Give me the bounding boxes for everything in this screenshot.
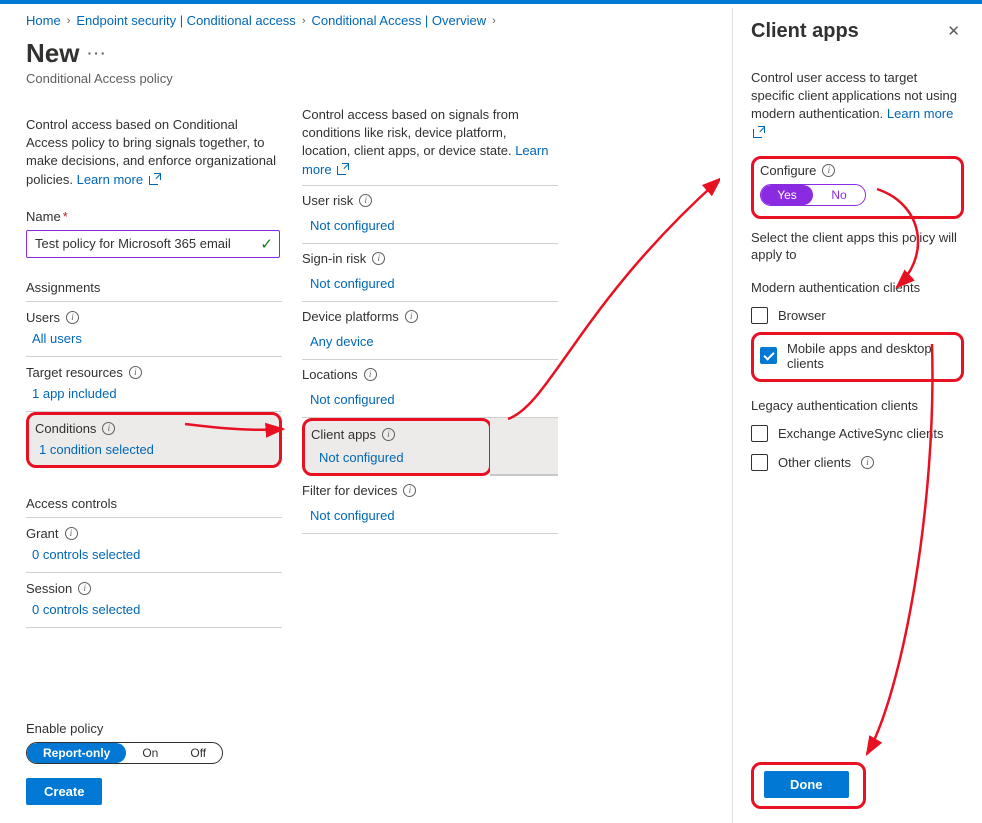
checkbox-mobile-row[interactable]: Mobile apps and desktop clients	[760, 341, 953, 371]
info-icon[interactable]	[129, 366, 142, 379]
toggle-report-only[interactable]: Report-only	[27, 743, 126, 763]
page-title: New···	[26, 38, 282, 69]
more-dots-icon[interactable]: ···	[87, 45, 107, 61]
info-icon[interactable]	[403, 484, 416, 497]
chevron-right-icon: ›	[67, 15, 71, 27]
checkbox-mobile-label: Mobile apps and desktop clients	[787, 341, 953, 371]
configure-box-highlight: Configure Yes No	[751, 156, 964, 219]
breadcrumb-home[interactable]: Home	[26, 13, 61, 28]
checkbox-other-label: Other clients	[778, 455, 851, 470]
locations-row[interactable]: Locations	[302, 360, 558, 384]
client-apps-row-highlight: Client apps Not configured	[302, 418, 492, 476]
col1-intro-text: Control access based on Conditional Acce…	[26, 116, 282, 189]
info-icon[interactable]	[78, 582, 91, 595]
breadcrumb-endpoint-security[interactable]: Endpoint security | Conditional access	[76, 13, 295, 28]
session-row[interactable]: Session	[26, 573, 282, 596]
checkbox-eas-row[interactable]: Exchange ActiveSync clients	[751, 425, 964, 442]
external-link-icon	[337, 163, 349, 175]
done-button[interactable]: Done	[764, 771, 849, 798]
locations-value-link[interactable]: Not configured	[310, 392, 395, 407]
conditions-row-highlight: Conditions 1 condition selected	[26, 412, 282, 468]
device-platforms-value-link[interactable]: Any device	[310, 334, 374, 349]
info-icon[interactable]	[372, 252, 385, 265]
toggle-on[interactable]: On	[126, 743, 174, 763]
checkbox-other-clients[interactable]	[751, 454, 768, 471]
mobile-apps-highlight: Mobile apps and desktop clients	[751, 332, 964, 382]
select-clients-description: Select the client apps this policy will …	[751, 229, 964, 264]
target-resources-row[interactable]: Target resources	[26, 357, 282, 380]
checkbox-browser-row[interactable]: Browser	[751, 307, 964, 324]
info-icon[interactable]	[861, 456, 874, 469]
assignments-header: Assignments	[26, 280, 282, 302]
checkmark-icon: ✓	[260, 235, 273, 253]
filter-devices-row[interactable]: Filter for devices	[302, 476, 558, 500]
target-resources-value-link[interactable]: 1 app included	[32, 386, 117, 401]
client-apps-pane: Client apps ✕ Control user access to tar…	[732, 8, 982, 823]
chevron-right-icon: ›	[302, 15, 306, 27]
enable-policy-label: Enable policy	[26, 721, 326, 736]
info-icon[interactable]	[102, 422, 115, 435]
info-icon[interactable]	[405, 310, 418, 323]
col1-learn-more-link[interactable]: Learn more	[77, 172, 161, 187]
configure-toggle-no[interactable]: No	[813, 185, 865, 205]
signin-risk-value-link[interactable]: Not configured	[310, 276, 395, 291]
breadcrumb-conditional-access-overview[interactable]: Conditional Access | Overview	[311, 13, 486, 28]
users-row[interactable]: Users	[26, 302, 282, 325]
external-link-icon	[753, 126, 765, 138]
client-apps-row[interactable]: Client apps	[305, 421, 489, 446]
conditions-value-link[interactable]: 1 condition selected	[39, 442, 154, 457]
col2-intro-text: Control access based on signals from con…	[302, 106, 558, 179]
done-button-highlight: Done	[751, 762, 866, 809]
client-apps-value-link[interactable]: Not configured	[319, 450, 404, 465]
external-link-icon	[149, 173, 161, 185]
info-icon[interactable]	[359, 194, 372, 207]
conditions-row[interactable]: Conditions	[29, 415, 279, 438]
name-label: Name*	[26, 209, 282, 224]
configure-toggle-yes[interactable]: Yes	[761, 185, 813, 205]
grant-value-link[interactable]: 0 controls selected	[32, 547, 140, 562]
checkbox-browser[interactable]	[751, 307, 768, 324]
filter-devices-value-link[interactable]: Not configured	[310, 508, 395, 523]
user-risk-value-link[interactable]: Not configured	[310, 218, 395, 233]
signin-risk-row[interactable]: Sign-in risk	[302, 244, 558, 268]
device-platforms-row[interactable]: Device platforms	[302, 302, 558, 326]
users-value-link[interactable]: All users	[32, 331, 82, 346]
toggle-off[interactable]: Off	[174, 743, 222, 763]
checkbox-exchange-activesync[interactable]	[751, 425, 768, 442]
policy-name-field[interactable]: ✓	[26, 230, 280, 258]
info-icon[interactable]	[66, 311, 79, 324]
info-icon[interactable]	[382, 428, 395, 441]
configure-label: Configure	[760, 163, 816, 178]
policy-name-input[interactable]	[35, 236, 260, 251]
info-icon[interactable]	[822, 164, 835, 177]
info-icon[interactable]	[65, 527, 78, 540]
grant-row[interactable]: Grant	[26, 518, 282, 541]
pane-description: Control user access to target specific c…	[751, 69, 964, 142]
checkbox-mobile-apps[interactable]	[760, 347, 777, 364]
create-button[interactable]: Create	[26, 778, 102, 805]
modern-auth-category: Modern authentication clients	[751, 280, 964, 295]
close-icon[interactable]: ✕	[943, 20, 964, 42]
configure-toggle[interactable]: Yes No	[760, 184, 866, 206]
enable-policy-toggle[interactable]: Report-only On Off	[26, 742, 223, 764]
checkbox-eas-label: Exchange ActiveSync clients	[778, 426, 943, 441]
chevron-right-icon: ›	[492, 15, 496, 27]
checkbox-other-row[interactable]: Other clients	[751, 454, 964, 471]
legacy-auth-category: Legacy authentication clients	[751, 398, 964, 413]
info-icon[interactable]	[364, 368, 377, 381]
page-subtitle: Conditional Access policy	[26, 71, 282, 86]
session-value-link[interactable]: 0 controls selected	[32, 602, 140, 617]
checkbox-browser-label: Browser	[778, 308, 826, 323]
user-risk-row[interactable]: User risk	[302, 186, 558, 210]
access-controls-header: Access controls	[26, 496, 282, 518]
pane-title: Client apps	[751, 20, 859, 43]
